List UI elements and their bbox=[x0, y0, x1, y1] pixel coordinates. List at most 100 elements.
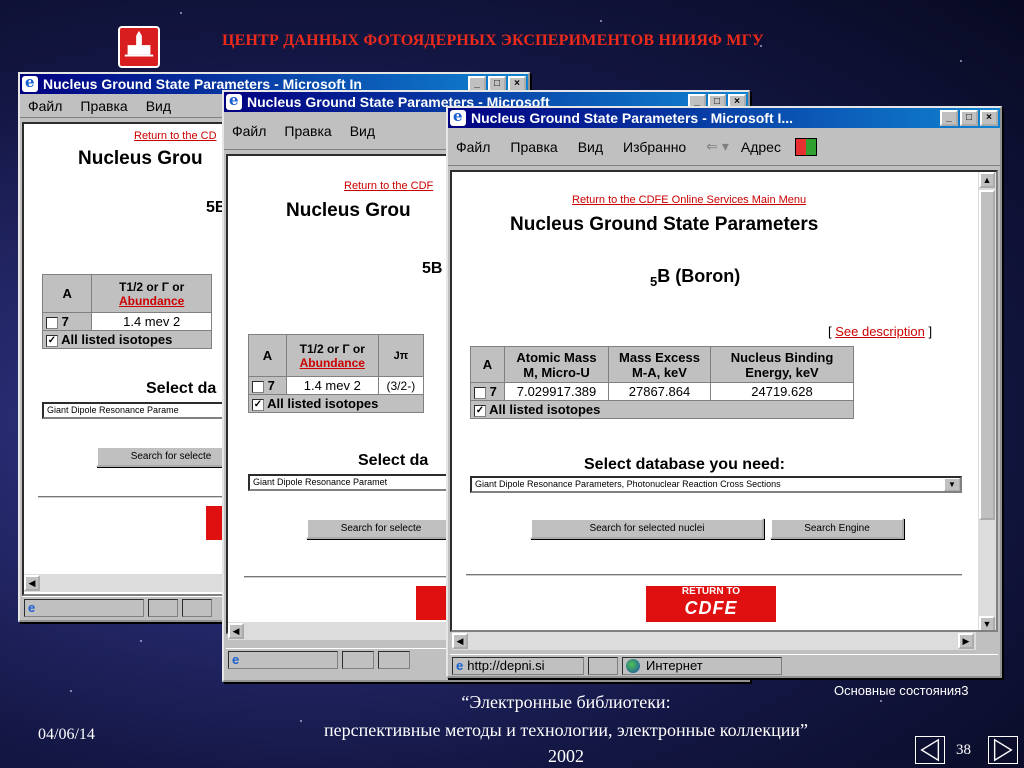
globe-icon bbox=[626, 658, 640, 673]
horizontal-scrollbar[interactable]: ◀ ▶ bbox=[452, 632, 976, 650]
footer-year: 2002 bbox=[548, 746, 584, 766]
cdfe-main-text: CDFE bbox=[684, 598, 738, 618]
isotope-atomic-mass: 7.029917.389 bbox=[504, 382, 609, 401]
horizontal-scrollbar[interactable]: ◀ bbox=[24, 574, 244, 592]
col-t-half: T1/2 or Γ or bbox=[119, 279, 185, 294]
database-select[interactable]: Giant Dipole Resonance Parameters, Photo… bbox=[470, 476, 962, 493]
scroll-right-button[interactable]: ▶ bbox=[958, 633, 974, 649]
abundance-link[interactable]: Abundance bbox=[300, 356, 365, 370]
menu-file[interactable]: Файл bbox=[232, 123, 266, 139]
menu-bar: Файл Правка Вид Избранно ⇐ ▾ Адрес bbox=[448, 128, 1000, 166]
search-button[interactable]: Search for selecte bbox=[306, 518, 456, 539]
maximize-button[interactable]: □ bbox=[960, 110, 978, 126]
col-a: A bbox=[41, 274, 93, 313]
abundance-link[interactable]: Abundance bbox=[119, 294, 184, 308]
page-icon: e bbox=[456, 658, 464, 673]
footer-line2: перспективные методы и технологии, элект… bbox=[324, 720, 808, 740]
all-isotopes-label: All listed isotopes bbox=[489, 402, 601, 417]
menu-view[interactable]: Вид bbox=[350, 123, 375, 139]
return-link[interactable]: Return to the CD bbox=[134, 130, 217, 142]
scroll-thumb[interactable] bbox=[979, 190, 995, 520]
cdfe-top-text: RETURN TO bbox=[681, 586, 741, 597]
nucleus-label: 5B bbox=[422, 260, 443, 277]
menu-edit[interactable]: Правка bbox=[510, 139, 557, 155]
dropdown-arrow-icon[interactable]: ▼ bbox=[944, 478, 960, 491]
search-selected-button[interactable]: Search for selected nuclei bbox=[530, 518, 764, 539]
page-title: Nucleus Grou bbox=[286, 200, 411, 221]
ie-icon bbox=[450, 108, 466, 126]
ie-icon bbox=[226, 92, 242, 110]
nucleus-name: B (Boron) bbox=[657, 266, 741, 286]
return-link[interactable]: Return to the CDF bbox=[344, 180, 433, 192]
menu-file[interactable]: Файл bbox=[456, 139, 490, 155]
all-isotopes-checkbox[interactable]: ✓ bbox=[46, 334, 58, 347]
scroll-up-button[interactable]: ▲ bbox=[979, 172, 995, 188]
select-label: Select da bbox=[146, 380, 217, 397]
window-title: Nucleus Ground State Parameters - Micros… bbox=[471, 110, 794, 126]
left-arrow-icon bbox=[920, 738, 940, 762]
select-label: Select database you need: bbox=[584, 456, 785, 473]
horizontal-scrollbar[interactable]: ◀ bbox=[228, 622, 452, 640]
status-page-icon: e bbox=[228, 650, 338, 669]
page-title: Nucleus Grou bbox=[78, 148, 203, 169]
status-zone: Интернет bbox=[646, 658, 703, 673]
isotope-a: 7 bbox=[489, 384, 497, 399]
status-page-icon: e bbox=[24, 598, 144, 617]
menu-favorites[interactable]: Избранно bbox=[623, 139, 686, 155]
browser-window-front[interactable]: Nucleus Ground State Parameters - Micros… bbox=[446, 106, 1002, 678]
isotope-checkbox[interactable] bbox=[46, 316, 58, 329]
menu-file[interactable]: Файл bbox=[28, 98, 62, 114]
col-mass-excess: Mass Excess M-A, keV bbox=[608, 346, 711, 383]
col-spin-parity: Jπ bbox=[377, 334, 425, 377]
divider bbox=[244, 576, 454, 578]
isotope-checkbox[interactable] bbox=[474, 386, 486, 399]
scroll-left-button[interactable]: ◀ bbox=[228, 623, 244, 639]
select-label: Select da bbox=[358, 452, 429, 469]
isotope-checkbox[interactable] bbox=[252, 380, 264, 393]
scroll-left-button[interactable]: ◀ bbox=[24, 575, 40, 591]
windows-logo-icon bbox=[794, 137, 817, 156]
isotope-binding-energy: 24719.628 bbox=[710, 382, 854, 401]
page-content: Return to the CDFE Online Services Main … bbox=[450, 170, 998, 632]
menu-view[interactable]: Вид bbox=[578, 139, 603, 155]
divider bbox=[466, 574, 962, 576]
database-select[interactable]: Giant Dipole Resonance Paramet bbox=[248, 474, 448, 491]
building-icon bbox=[124, 30, 154, 57]
back-arrow-icon[interactable]: ⇐ ▾ bbox=[706, 138, 729, 155]
vertical-scrollbar[interactable]: ▲ ▼ bbox=[978, 172, 996, 630]
title-bar[interactable]: Nucleus Ground State Parameters - Micros… bbox=[448, 108, 1000, 128]
address-label[interactable]: Адрес bbox=[741, 139, 781, 155]
return-link[interactable]: Return to the CDFE Online Services Main … bbox=[572, 194, 806, 206]
page-number: 38 bbox=[956, 742, 971, 758]
status-url-text: http://depni.si bbox=[467, 658, 545, 673]
slide-date: 04/06/14 bbox=[38, 726, 95, 743]
menu-edit[interactable]: Правка bbox=[284, 123, 331, 139]
menu-edit[interactable]: Правка bbox=[80, 98, 127, 114]
isotope-value: 1.4 mev 2 bbox=[91, 312, 212, 331]
minimize-button[interactable]: _ bbox=[940, 110, 958, 126]
isotope-a: 7 bbox=[267, 378, 275, 393]
page-title: Nucleus Ground State Parameters bbox=[510, 214, 819, 235]
search-engine-button[interactable]: Search Engine bbox=[770, 518, 904, 539]
menu-view[interactable]: Вид bbox=[146, 98, 171, 114]
scroll-left-button[interactable]: ◀ bbox=[452, 633, 468, 649]
isotope-table: A Atomic Mass M, Micro-U Mass Excess M-A… bbox=[470, 346, 854, 419]
right-arrow-icon bbox=[993, 738, 1013, 762]
close-button[interactable]: × bbox=[980, 110, 998, 126]
return-to-cdfe-banner[interactable]: RETURN TO CDFE bbox=[646, 586, 776, 622]
next-slide-button[interactable] bbox=[988, 736, 1018, 764]
all-isotopes-checkbox[interactable]: ✓ bbox=[474, 404, 486, 417]
scroll-down-button[interactable]: ▼ bbox=[979, 616, 995, 630]
nucleus-label: 5B (Boron) bbox=[650, 266, 740, 289]
database-select[interactable]: Giant Dipole Resonance Parame bbox=[42, 402, 242, 419]
col-t-half: T1/2 or Γ or bbox=[299, 341, 365, 356]
ie-icon bbox=[22, 74, 38, 92]
see-description-link[interactable]: See description bbox=[835, 324, 925, 339]
all-isotopes-checkbox[interactable]: ✓ bbox=[252, 398, 264, 411]
prev-slide-button[interactable] bbox=[915, 736, 945, 764]
see-description[interactable]: [ See description ] bbox=[828, 324, 932, 339]
isotope-value: 1.4 mev 2 bbox=[285, 376, 379, 395]
database-select-value: Giant Dipole Resonance Parameters, Photo… bbox=[475, 479, 781, 489]
isotope-table: A T1/2 or Γ or Abundance 7 1.4 mev 2 ✓ Al… bbox=[41, 274, 212, 349]
col-atomic-mass: Atomic Mass M, Micro-U bbox=[504, 346, 609, 383]
